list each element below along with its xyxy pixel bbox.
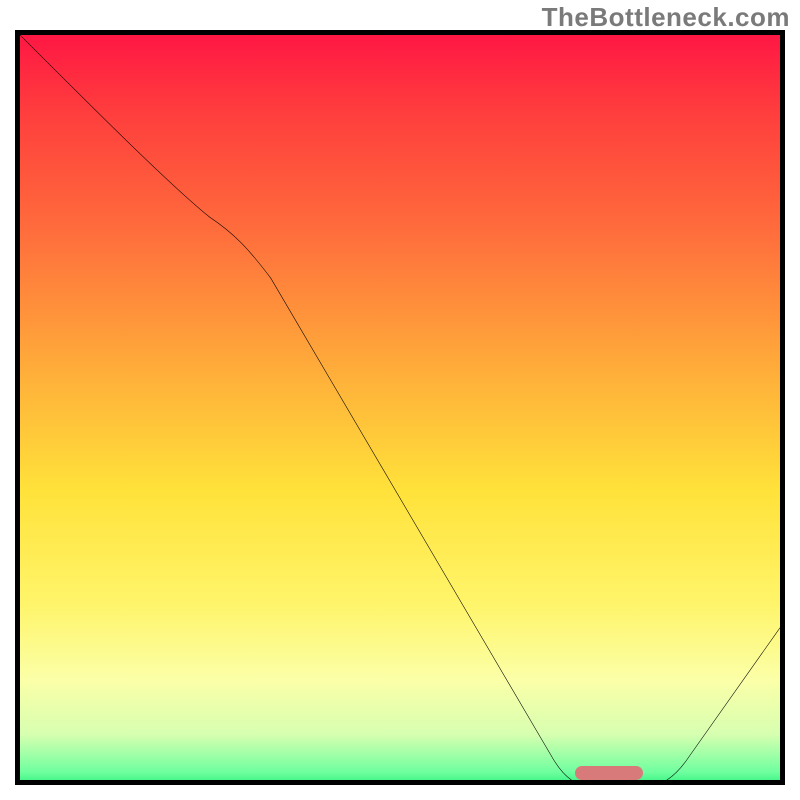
watermark-text: TheBottleneck.com: [542, 2, 790, 33]
bottleneck-curve: [20, 35, 780, 785]
chart-stage: TheBottleneck.com: [0, 0, 800, 800]
optimal-range-marker: [575, 766, 643, 780]
plot-area: [15, 30, 785, 785]
